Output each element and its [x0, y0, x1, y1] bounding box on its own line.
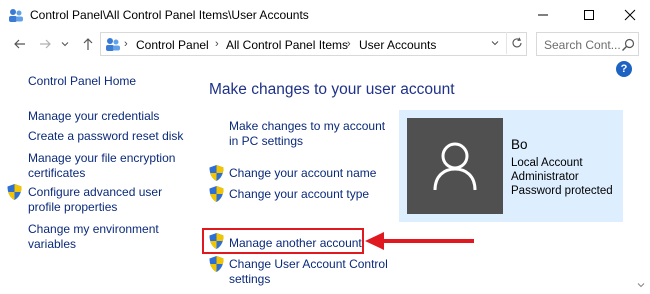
recent-locations-button[interactable]	[58, 34, 72, 54]
page-heading: Make changes to your user account	[209, 81, 455, 98]
link-line[interactable]: Configure advanced user	[28, 185, 162, 200]
control-panel-home-link[interactable]: Control Panel Home	[28, 74, 136, 89]
window-title: Control Panel\All Control Panel Items\Us…	[30, 8, 309, 22]
arrow-up-icon	[83, 38, 93, 50]
search-placeholder: Search Cont...	[544, 38, 621, 52]
refresh-icon	[512, 37, 522, 48]
breadcrumb-separator-icon[interactable]: ›	[215, 38, 219, 50]
uac-shield-icon	[209, 256, 224, 272]
arrow-left-icon	[14, 39, 25, 49]
maximize-icon	[584, 10, 594, 20]
forward-button[interactable]	[35, 34, 55, 54]
annotation-arrow	[365, 232, 474, 250]
link-line[interactable]: in PC settings	[229, 134, 303, 149]
close-button[interactable]	[610, 0, 650, 30]
scroll-down-button[interactable]	[632, 278, 650, 292]
user-icon	[433, 142, 477, 191]
uac-shield-icon	[209, 165, 224, 181]
manage-another-account-link[interactable]: Manage another account	[229, 236, 362, 251]
chevron-down-icon	[491, 41, 499, 46]
maximize-button[interactable]	[566, 0, 612, 30]
up-button[interactable]	[78, 34, 98, 54]
manage-credentials-link[interactable]: Manage your credentials	[28, 109, 159, 124]
breadcrumb-user-accounts[interactable]: User Accounts	[359, 38, 436, 52]
control-panel-icon	[9, 9, 23, 22]
link-line[interactable]: Change my environment	[28, 222, 159, 237]
minimize-icon	[538, 14, 548, 16]
avatar	[407, 118, 503, 214]
arrow-right-icon	[40, 39, 51, 49]
title-bar: Control Panel\All Control Panel Items\Us…	[0, 0, 650, 30]
breadcrumb-separator-icon[interactable]: ›	[347, 38, 351, 50]
chevron-down-icon	[637, 283, 645, 288]
control-panel-icon	[106, 38, 120, 51]
account-role: Administrator	[511, 171, 579, 183]
address-dropdown-button[interactable]	[486, 32, 504, 54]
change-account-type-link[interactable]: Change your account type	[229, 187, 369, 202]
account-name: Bo	[511, 137, 528, 152]
left-pane: Control Panel Home Manage your credentia…	[0, 58, 195, 294]
back-button[interactable]	[10, 34, 30, 54]
search-icon	[622, 38, 635, 51]
create-password-reset-disk-link[interactable]: Create a password reset disk	[28, 129, 183, 144]
breadcrumb-all-items[interactable]: All Control Panel Items	[226, 38, 348, 52]
breadcrumb-control-panel[interactable]: Control Panel	[136, 38, 209, 52]
account-password-status: Password protected	[511, 185, 613, 197]
link-line[interactable]: Manage your file encryption	[28, 151, 175, 166]
chevron-down-icon	[61, 42, 69, 47]
vertical-scrollbar[interactable]	[632, 58, 650, 294]
change-account-name-link[interactable]: Change your account name	[229, 166, 376, 181]
account-type: Local Account	[511, 157, 583, 169]
search-input[interactable]: Search Cont...	[536, 32, 639, 56]
uac-shield-icon	[209, 233, 224, 249]
refresh-button[interactable]	[506, 32, 526, 54]
uac-shield-icon	[209, 186, 224, 202]
uac-shield-icon	[7, 184, 22, 200]
close-icon	[624, 9, 636, 21]
minimize-button[interactable]	[520, 0, 566, 30]
link-line[interactable]: variables	[28, 237, 76, 252]
link-line[interactable]: certificates	[28, 166, 85, 181]
link-line[interactable]: settings	[229, 272, 270, 287]
navigation-bar: › Control Panel › All Control Panel Item…	[0, 31, 650, 57]
link-line[interactable]: Change User Account Control	[229, 257, 388, 272]
link-line[interactable]: Make changes to my account	[229, 119, 385, 134]
breadcrumb-separator-icon[interactable]: ›	[124, 38, 128, 50]
address-bar[interactable]: › Control Panel › All Control Panel Item…	[100, 32, 527, 56]
link-line[interactable]: profile properties	[28, 200, 117, 215]
help-icon[interactable]: ?	[616, 61, 632, 77]
